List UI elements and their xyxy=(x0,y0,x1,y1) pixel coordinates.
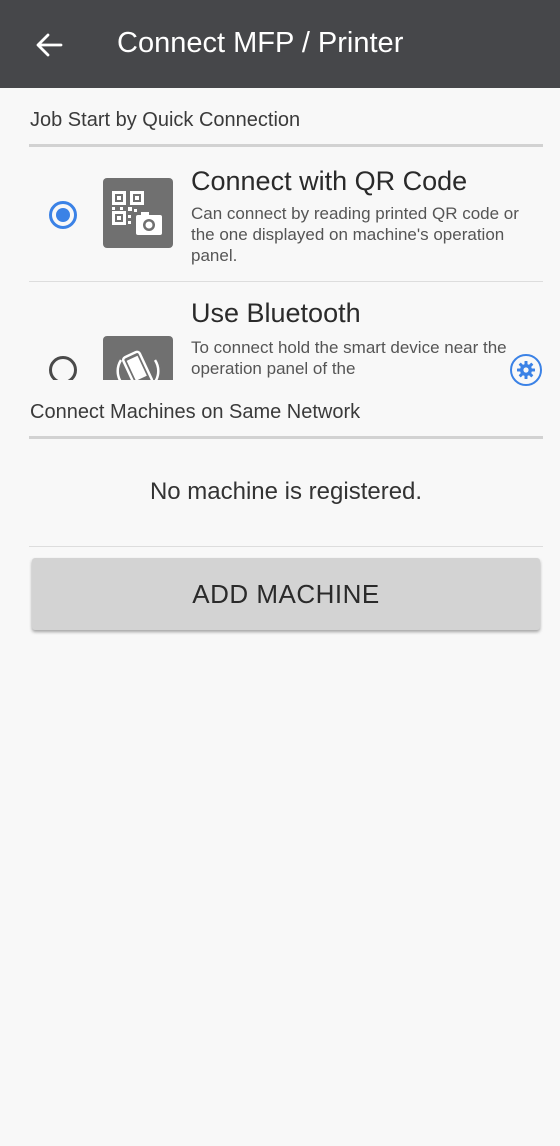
add-machine-button[interactable]: ADD MACHINE xyxy=(32,558,540,630)
gear-icon xyxy=(517,361,535,379)
bluetooth-option-description: To connect hold the smart device near th… xyxy=(191,338,507,378)
bluetooth-option-title: Use Bluetooth xyxy=(191,298,361,328)
qr-code-option-description: Can connect by reading printed QR code o… xyxy=(191,204,519,265)
bluetooth-radio[interactable] xyxy=(49,356,77,380)
section-divider xyxy=(29,144,543,147)
arrow-left-icon xyxy=(36,33,63,57)
list-divider xyxy=(29,546,543,547)
back-button[interactable] xyxy=(26,24,72,66)
qr-code-radio[interactable] xyxy=(49,201,77,229)
phone-wireless-icon xyxy=(103,336,173,380)
qr-code-camera-icon xyxy=(103,178,173,248)
qr-code-option-title: Connect with QR Code xyxy=(191,166,468,196)
option-qr-code[interactable]: Connect with QR Code Can connect by read… xyxy=(29,160,543,280)
quick-connection-header: Job Start by Quick Connection xyxy=(30,109,301,131)
empty-state-message: No machine is registered. xyxy=(149,478,423,505)
app-bar: Connect MFP / Printer xyxy=(0,0,560,88)
page-title: Connect MFP / Printer xyxy=(117,27,404,59)
section-divider xyxy=(29,436,543,439)
settings-button[interactable] xyxy=(510,354,542,386)
option-bluetooth[interactable]: Use Bluetooth To connect hold the smart … xyxy=(29,292,543,380)
options-scroll-area[interactable]: Use Bluetooth To connect hold the smart … xyxy=(0,282,560,380)
same-network-header: Connect Machines on Same Network xyxy=(30,401,361,423)
